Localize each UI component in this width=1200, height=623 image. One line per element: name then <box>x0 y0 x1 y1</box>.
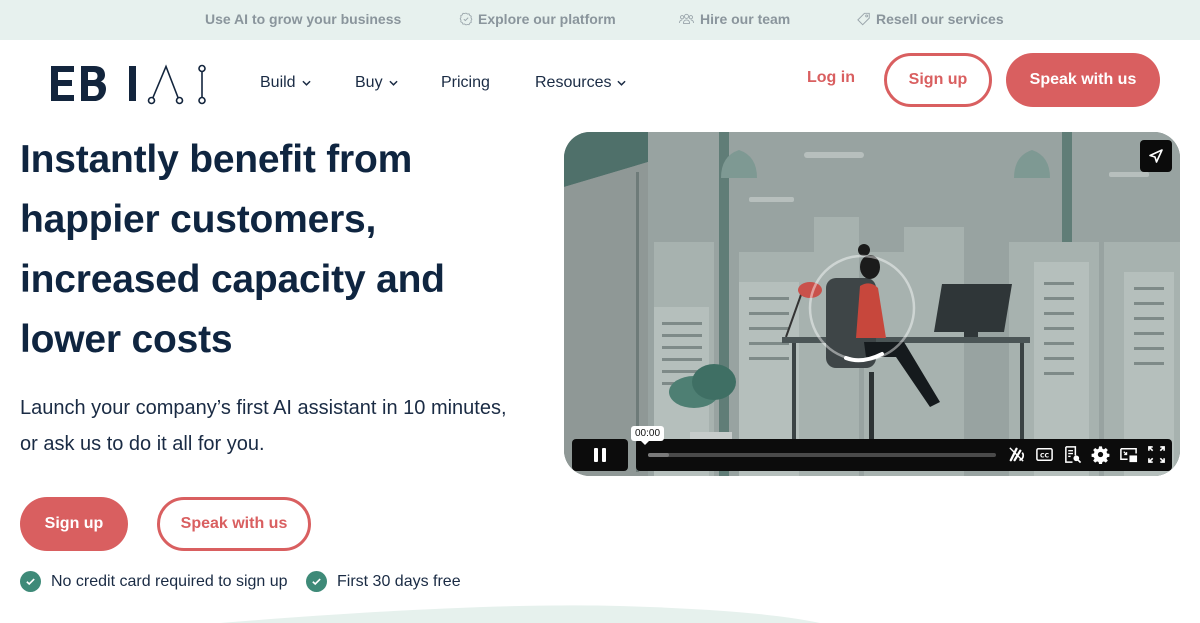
captions-icon: CC <box>1036 448 1053 461</box>
hero-title-line: lower costs <box>20 318 233 361</box>
transcript-button[interactable] <box>1063 445 1082 464</box>
hero-subtitle-line: Launch your company’s first AI assistant… <box>20 397 507 419</box>
topbar-link-explore-platform[interactable]: Explore our platform <box>459 11 616 27</box>
video-control-bar: CC <box>636 439 1172 471</box>
perk-free-trial: First 30 days free <box>306 571 461 592</box>
settings-icon <box>1091 446 1110 464</box>
hero-title-line: happier customers, <box>20 198 377 241</box>
decorative-wave <box>220 605 820 623</box>
speed-off-icon <box>1009 447 1025 462</box>
topbar-link-label: Use AI to grow your business <box>205 11 402 27</box>
topbar-link-label: Resell our services <box>876 11 1004 27</box>
badge-check-icon <box>459 12 473 26</box>
pause-icon <box>594 448 606 462</box>
hero-title-line: increased capacity and <box>20 258 445 301</box>
nav-label: Build <box>260 74 296 91</box>
settings-button[interactable] <box>1091 445 1110 464</box>
nav-pricing[interactable]: Pricing <box>441 74 490 92</box>
svg-text:CC: CC <box>1040 453 1050 460</box>
nav-build[interactable]: Build <box>260 74 311 92</box>
hero-subtitle: Launch your company’s first AI assistant… <box>20 390 560 462</box>
hero-title-line: Instantly benefit from <box>20 138 413 181</box>
perk-label: No credit card required to sign up <box>51 572 288 590</box>
fullscreen-button[interactable] <box>1147 445 1166 464</box>
team-icon <box>679 13 694 24</box>
picture-in-picture-button[interactable] <box>1119 445 1138 464</box>
topbar-link-resell-services[interactable]: Resell our services <box>857 11 1004 27</box>
chevron-down-icon <box>617 80 627 86</box>
header-signup-button[interactable]: Sign up <box>884 53 992 107</box>
chevron-down-icon <box>301 80 311 86</box>
topbar-link-hire-team[interactable]: Hire our team <box>678 11 790 27</box>
check-circle-icon <box>306 571 327 592</box>
nav-buy[interactable]: Buy <box>355 74 398 92</box>
video-progress-bar[interactable] <box>648 453 996 457</box>
captions-button[interactable]: CC <box>1035 445 1054 464</box>
topbar-link-grow-business[interactable]: Use AI to grow your business <box>205 11 401 27</box>
nav-resources[interactable]: Resources <box>535 74 627 92</box>
pause-button[interactable] <box>572 439 628 471</box>
login-link[interactable]: Log in <box>807 69 855 87</box>
share-button[interactable] <box>1140 140 1172 172</box>
announcement-bar: Use AI to grow your business Explore our… <box>0 0 1200 40</box>
tag-icon <box>857 12 870 26</box>
nav-label: Pricing <box>441 74 490 91</box>
fullscreen-icon <box>1148 446 1165 463</box>
transcript-search-icon <box>1065 446 1082 464</box>
check-circle-icon <box>20 571 41 592</box>
hero-speak-button[interactable]: Speak with us <box>157 497 311 551</box>
hero-signup-button[interactable]: Sign up <box>20 497 128 551</box>
ebi-ai-logo[interactable] <box>50 62 212 108</box>
header-speak-button[interactable]: Speak with us <box>1006 53 1160 107</box>
hero-subtitle-line: or ask us to do it all for you. <box>20 433 265 455</box>
speed-off-button[interactable] <box>1007 445 1026 464</box>
video-thumbnail-illustration <box>564 132 1180 476</box>
topbar-link-label: Explore our platform <box>478 11 616 27</box>
picture-in-picture-icon <box>1120 448 1138 463</box>
video-progress-fill <box>648 453 669 457</box>
perk-no-credit-card: No credit card required to sign up <box>20 571 288 592</box>
perk-label: First 30 days free <box>337 572 461 590</box>
current-time-tooltip: 00:00 <box>631 426 665 445</box>
chevron-down-icon <box>388 80 398 86</box>
share-icon <box>1149 149 1163 163</box>
nav-label: Resources <box>535 74 612 91</box>
nav-label: Buy <box>355 74 383 91</box>
video-player[interactable]: CC 00:00 <box>564 132 1180 476</box>
hero-title: Instantly benefit from happier customers… <box>20 130 540 370</box>
topbar-link-label: Hire our team <box>700 11 791 27</box>
